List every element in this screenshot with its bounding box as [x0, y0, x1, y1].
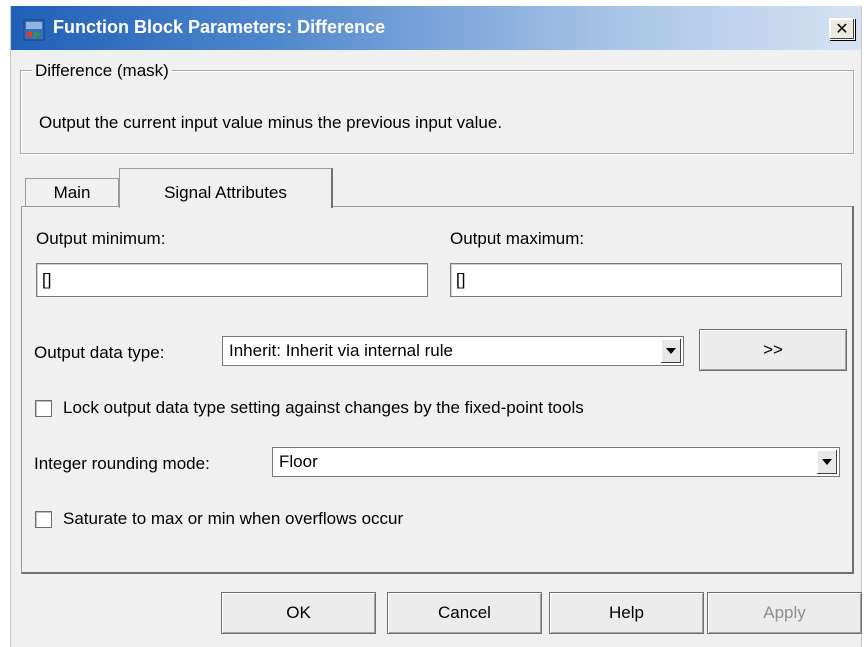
chevron-down-icon[interactable] — [660, 338, 682, 364]
tab-main[interactable]: Main — [25, 178, 119, 206]
output-min-label: Output minimum: — [36, 229, 166, 248]
rounding-mode-value: Floor — [279, 452, 318, 471]
window-title: Function Block Parameters: Difference — [53, 17, 386, 37]
data-type-select[interactable]: Inherit: Inherit via internal rule — [222, 336, 684, 366]
tab-main-label: Main — [53, 183, 91, 202]
output-max-label: Output maximum: — [450, 229, 585, 248]
saturate-checkbox[interactable] — [35, 511, 52, 528]
title-bar[interactable]: Function Block Parameters: Difference ✕ — [11, 6, 861, 50]
help-button[interactable]: Help — [549, 592, 704, 634]
cancel-button[interactable]: Cancel — [387, 592, 542, 634]
close-button[interactable]: ✕ — [829, 18, 855, 40]
lock-data-type-checkbox[interactable] — [35, 400, 52, 417]
tab-signal-attributes[interactable]: Signal Attributes — [119, 168, 333, 208]
ok-button[interactable]: OK — [221, 592, 376, 634]
mask-description: Output the current input value minus the… — [39, 113, 503, 132]
mask-legend: Difference (mask) — [32, 61, 172, 81]
apply-button[interactable]: Apply — [707, 592, 862, 634]
data-type-value: Inherit: Inherit via internal rule — [229, 341, 453, 360]
tab-signal-attributes-label: Signal Attributes — [164, 183, 287, 202]
chevron-down-icon[interactable] — [816, 449, 838, 475]
close-icon: ✕ — [835, 19, 849, 38]
rounding-mode-select[interactable]: Floor — [272, 447, 840, 477]
rounding-mode-label: Integer rounding mode: — [34, 454, 210, 473]
output-max-input[interactable]: [] — [450, 263, 842, 297]
mask-groupbox — [20, 70, 854, 154]
data-type-label: Output data type: — [34, 343, 165, 362]
output-min-input[interactable]: [] — [36, 263, 428, 297]
saturate-label[interactable]: Saturate to max or min when overflows oc… — [63, 509, 403, 529]
lock-data-type-label[interactable]: Lock output data type setting against ch… — [63, 398, 584, 418]
simulink-block-icon — [23, 19, 45, 41]
data-type-assistant-button[interactable]: >> — [699, 329, 847, 371]
dialog-window: Function Block Parameters: Difference ✕ … — [10, 6, 862, 647]
